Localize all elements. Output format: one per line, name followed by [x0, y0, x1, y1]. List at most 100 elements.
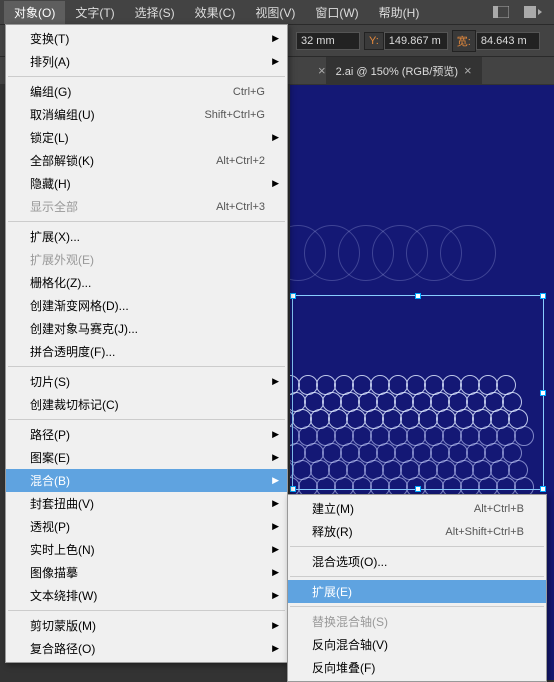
submenu-arrow-icon: ▶ [272, 544, 279, 555]
menu-shortcut: Ctrl+G [233, 86, 265, 98]
menu-item-label: 实时上色(N) [30, 541, 95, 558]
menu-item-label: 排列(A) [30, 53, 70, 70]
menu-item-label: 扩展(X)... [30, 228, 80, 245]
panel-icon[interactable] [524, 5, 542, 19]
w-input[interactable]: 84.643 m [476, 32, 540, 50]
selection-handle[interactable] [415, 486, 421, 492]
menu-item-label: 隐藏(H) [30, 175, 71, 192]
submenu-arrow-icon: ▶ [272, 521, 279, 532]
selection-handle[interactable] [540, 293, 546, 299]
submenu-arrow-icon: ▶ [272, 429, 279, 440]
menu-select[interactable]: 选择(S) [125, 1, 185, 24]
menu-item[interactable]: 释放(R)Alt+Shift+Ctrl+B [288, 520, 546, 543]
menu-type[interactable]: 文字(T) [65, 1, 124, 24]
menu-item-label: 拼合透明度(F)... [30, 343, 115, 360]
menu-object[interactable]: 对象(O) [4, 1, 65, 24]
submenu-arrow-icon: ▶ [272, 33, 279, 44]
menu-item[interactable]: 扩展(X)... [6, 225, 287, 248]
menu-item[interactable]: 图像描摹▶ [6, 561, 287, 584]
menu-item[interactable]: 实时上色(N) ▶ [6, 538, 287, 561]
selection-handle[interactable] [540, 390, 546, 396]
menu-item-label: 创建裁切标记(C) [30, 396, 119, 413]
menu-item: 显示全部Alt+Ctrl+3 [6, 195, 287, 218]
object-menu: 变换(T)▶ 排列(A) ▶ 编组(G) Ctrl+G 取消编组(U) Shift+Ctrl… [5, 24, 288, 663]
menu-item[interactable]: 创建渐变网格(D)... [6, 294, 287, 317]
selection-box [292, 295, 544, 490]
menubar: 对象(O) 文字(T) 选择(S) 效果(C) 视图(V) 窗口(W) 帮助(H… [0, 0, 554, 24]
menu-item[interactable]: 混合选项(O)... [288, 550, 546, 573]
menu-item[interactable]: 隐藏(H)▶ [6, 172, 287, 195]
menu-help[interactable]: 帮助(H) [369, 1, 430, 24]
menu-item-label: 文本绕排(W) [30, 587, 97, 604]
menu-item-label: 图案(E) [30, 449, 70, 466]
menu-item[interactable]: 文本绕排(W) ▶ [6, 584, 287, 607]
y-input[interactable]: 149.867 m [384, 32, 448, 50]
menu-item[interactable]: 建立(M) Alt+Ctrl+B [288, 497, 546, 520]
menu-item[interactable]: 图案(E)▶ [6, 446, 287, 469]
menu-item-label: 剪切蒙版(M) [30, 617, 96, 634]
menu-item[interactable]: 反向混合轴(V) [288, 633, 546, 656]
tab-close-icon[interactable]: × [464, 63, 472, 78]
menu-shortcut: Alt+Ctrl+2 [216, 155, 265, 167]
menu-item-label: 反向混合轴(V) [312, 636, 388, 653]
menu-item[interactable]: 创建裁切标记(C) [6, 393, 287, 416]
selection-handle[interactable] [290, 486, 296, 492]
submenu-arrow-icon: ▶ [272, 56, 279, 67]
menu-item-label: 创建渐变网格(D)... [30, 297, 129, 314]
menu-item[interactable]: 混合(B) ▶ [6, 469, 287, 492]
menu-item-label: 建立(M) [312, 500, 354, 517]
menu-item-label: 取消编组(U) [30, 106, 95, 123]
menu-item[interactable]: 创建对象马赛克(J)... [6, 317, 287, 340]
menu-view[interactable]: 视图(V) [245, 1, 305, 24]
blend-submenu: 建立(M) Alt+Ctrl+B 释放(R)Alt+Shift+Ctrl+B 混合选项… [287, 494, 547, 682]
menu-item[interactable]: 锁定(L)▶ [6, 126, 287, 149]
menu-item-label: 全部解锁(K) [30, 152, 94, 169]
menu-item-label: 锁定(L) [30, 129, 69, 146]
menu-item[interactable]: 反向堆叠(F) [288, 656, 546, 679]
menu-item-label: 释放(R) [312, 523, 353, 540]
menu-item-label: 封套扭曲(V) [30, 495, 94, 512]
menu-item-label: 混合(B) [30, 472, 70, 489]
menu-item-label: 反向堆叠(F) [312, 659, 375, 676]
submenu-arrow-icon: ▶ [272, 590, 279, 601]
menu-item-label: 编组(G) [30, 83, 71, 100]
menu-window[interactable]: 窗口(W) [305, 1, 368, 24]
menu-item: 替换混合轴(S) [288, 610, 546, 633]
menu-item[interactable]: 透视(P)▶ [6, 515, 287, 538]
tab-label: 2.ai @ 150% (RGB/预览) [336, 63, 458, 79]
tab-close-icon[interactable]: × [318, 63, 326, 78]
tab-document[interactable]: 2.ai @ 150% (RGB/预览) × [326, 57, 482, 85]
menu-item: 扩展外观(E) [6, 248, 287, 271]
menu-item[interactable]: 剪切蒙版(M) ▶ [6, 614, 287, 637]
menu-item-label: 替换混合轴(S) [312, 613, 388, 630]
menu-item-label: 路径(P) [30, 426, 70, 443]
menu-item-label: 创建对象马赛克(J)... [30, 320, 138, 337]
selection-handle[interactable] [290, 293, 296, 299]
menu-shortcut: Shift+Ctrl+G [204, 109, 265, 121]
menu-item[interactable]: 扩展(E) [288, 580, 546, 603]
submenu-arrow-icon: ▶ [272, 475, 279, 486]
submenu-arrow-icon: ▶ [272, 620, 279, 631]
menu-item[interactable]: 编组(G) Ctrl+G [6, 80, 287, 103]
x-input[interactable]: 32 mm [296, 32, 360, 50]
menu-item-label: 扩展外观(E) [30, 251, 94, 268]
menu-item[interactable]: 取消编组(U) Shift+Ctrl+G [6, 103, 287, 126]
menu-shortcut: Alt+Ctrl+B [474, 503, 524, 515]
selection-handle[interactable] [415, 293, 421, 299]
menu-item-label: 扩展(E) [312, 583, 352, 600]
menu-item[interactable]: 全部解锁(K) Alt+Ctrl+2 [6, 149, 287, 172]
y-label: Y: [364, 32, 384, 50]
menu-item[interactable]: 切片(S)▶ [6, 370, 287, 393]
menu-item[interactable]: 路径(P) ▶ [6, 423, 287, 446]
menu-item[interactable]: 复合路径(O)▶ [6, 637, 287, 660]
submenu-arrow-icon: ▶ [272, 376, 279, 387]
layout-icon[interactable] [492, 5, 510, 19]
menu-item[interactable]: 拼合透明度(F)... [6, 340, 287, 363]
menu-effect[interactable]: 效果(C) [185, 1, 246, 24]
menu-item[interactable]: 变换(T)▶ [6, 27, 287, 50]
menu-item[interactable]: 排列(A) ▶ [6, 50, 287, 73]
menu-item[interactable]: 栅格化(Z)... [6, 271, 287, 294]
selection-handle[interactable] [540, 486, 546, 492]
menu-item[interactable]: 封套扭曲(V)▶ [6, 492, 287, 515]
menu-item-label: 混合选项(O)... [312, 553, 387, 570]
